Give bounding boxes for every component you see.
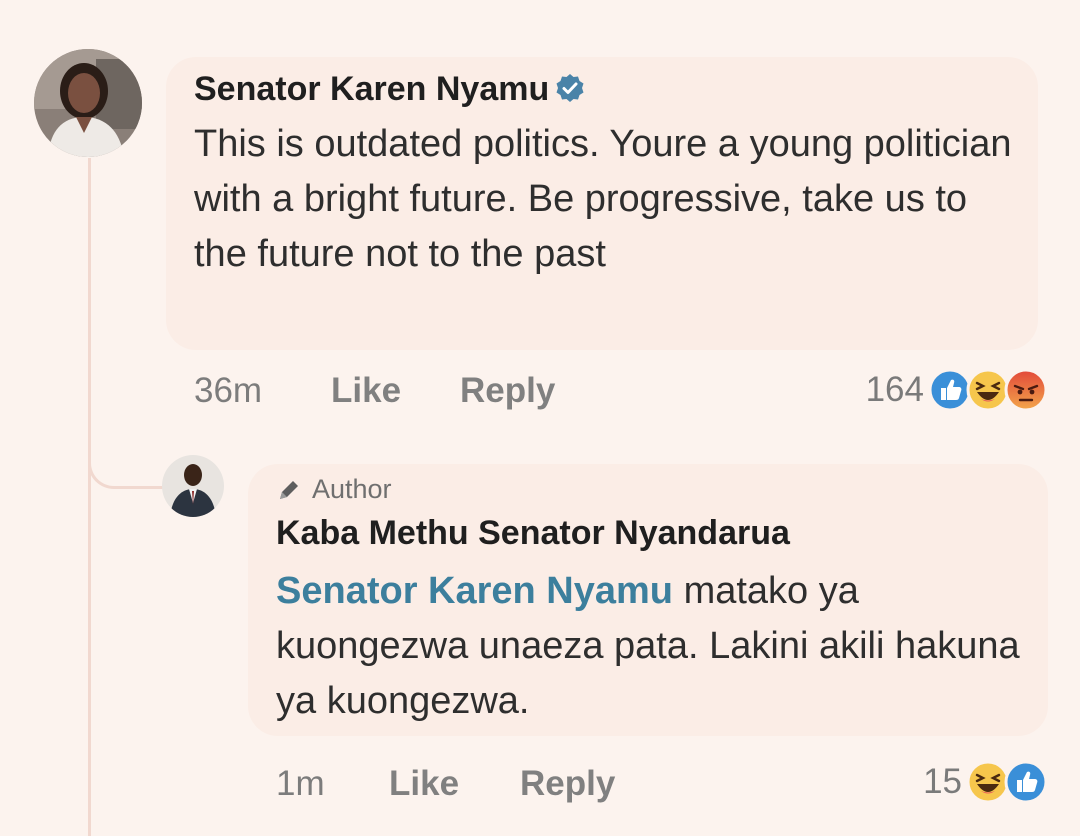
reaction-count: 164 — [865, 370, 924, 409]
comment-timestamp[interactable]: 36m — [194, 371, 262, 410]
like-reaction-icon — [1004, 760, 1048, 804]
commenter-name-text[interactable]: Senator Karen Nyamu — [194, 70, 549, 108]
like-button[interactable]: Like — [331, 371, 401, 411]
reply-text: Senator Karen Nyamu matako ya kuongezwa … — [276, 564, 1036, 729]
reply-reactions-summary[interactable]: 15 — [923, 760, 1048, 804]
comment-text: This is outdated politics. Youre a young… — [194, 123, 1012, 275]
author-badge-label: Author — [312, 474, 392, 504]
verified-badge-icon — [556, 74, 584, 103]
reply-reaction-count: 15 — [923, 762, 962, 801]
comment-actions: 36m Like Reply — [194, 371, 555, 411]
commenter-avatar[interactable] — [34, 49, 142, 157]
reply-reply-button[interactable]: Reply — [520, 764, 615, 804]
reply-timestamp[interactable]: 1m — [276, 764, 325, 803]
replier-avatar[interactable] — [162, 455, 224, 517]
thread-line — [88, 158, 91, 836]
author-badge: Author — [276, 474, 392, 505]
reactions-summary[interactable]: 164 — [866, 368, 1048, 412]
mention-link[interactable]: Senator Karen Nyamu — [276, 570, 673, 612]
replier-name[interactable]: Kaba Methu Senator Nyandarua — [276, 514, 790, 553]
pencil-icon — [280, 480, 298, 499]
commenter-name[interactable]: Senator Karen Nyamu — [194, 70, 585, 109]
reply-button[interactable]: Reply — [460, 371, 555, 411]
reply-like-button[interactable]: Like — [389, 764, 459, 804]
angry-reaction-icon — [1004, 368, 1048, 412]
reply-actions: 1m Like Reply — [276, 764, 615, 804]
thread-branch — [88, 434, 165, 489]
